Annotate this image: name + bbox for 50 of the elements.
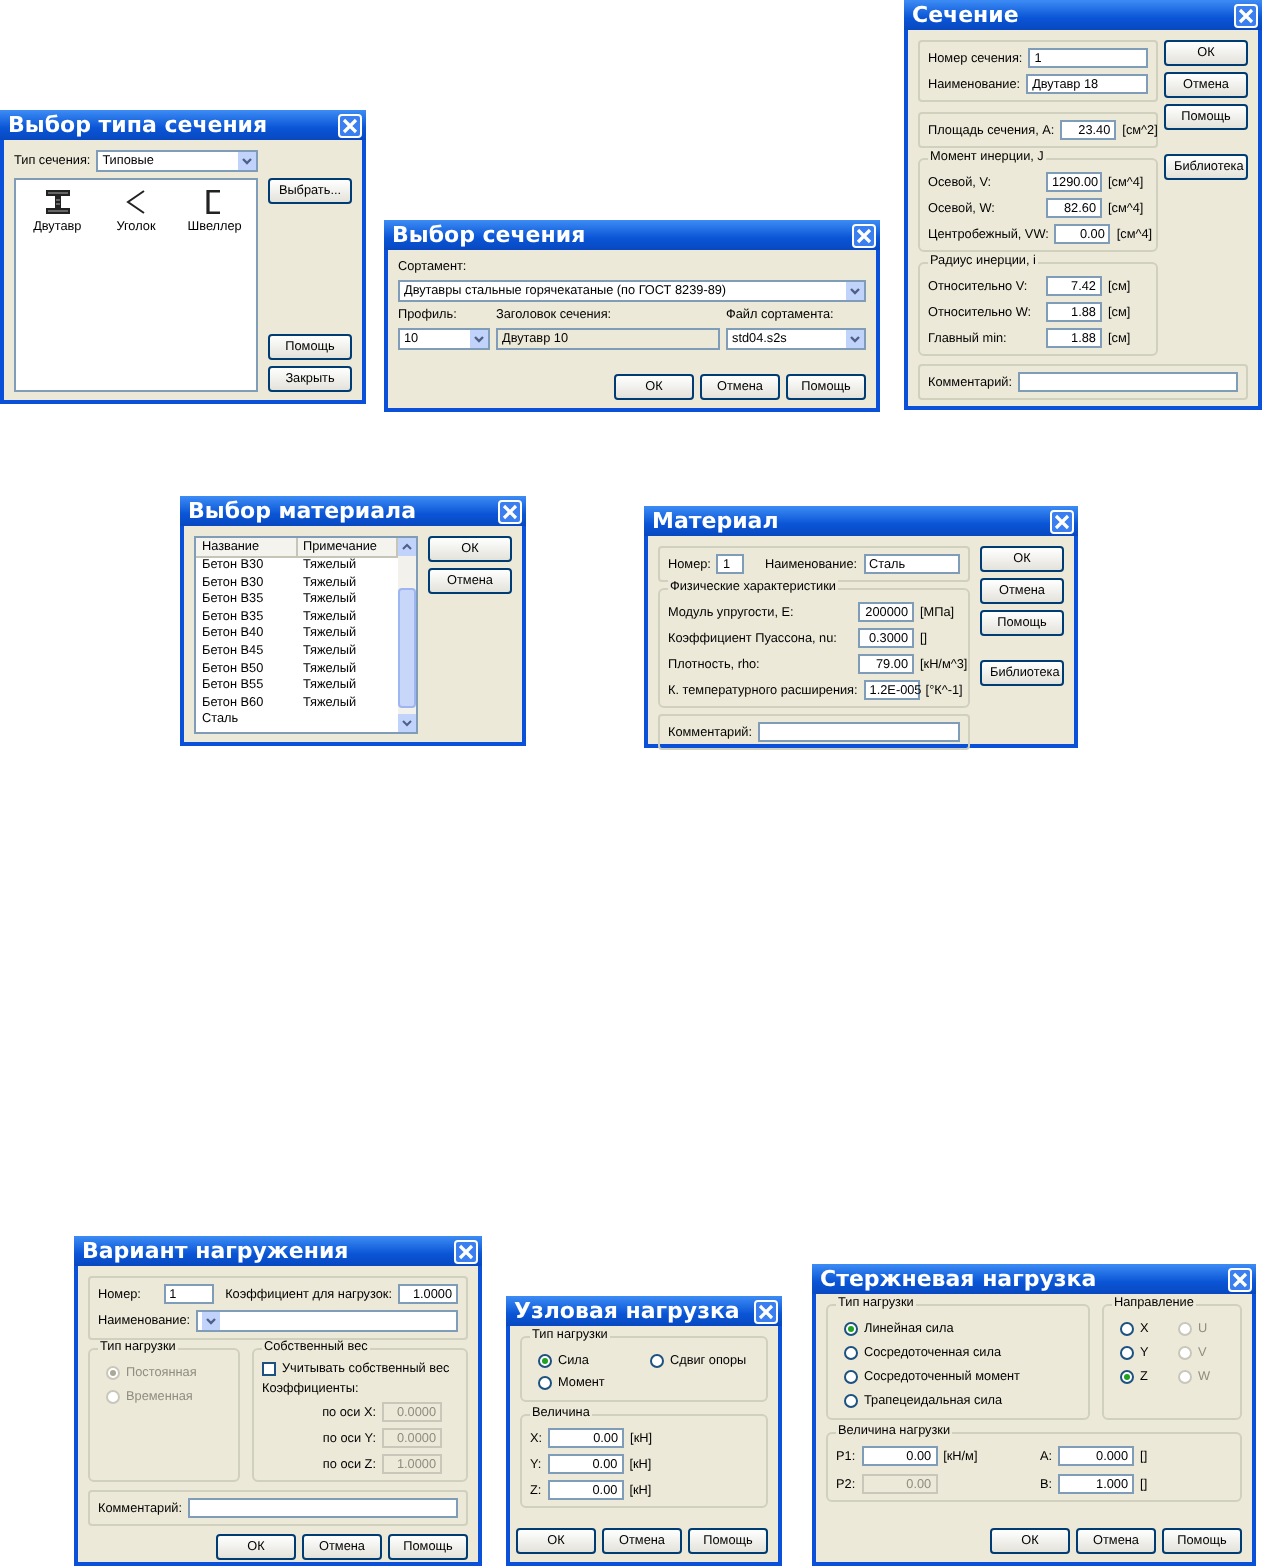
close-icon — [458, 1243, 474, 1259]
window-title: Выбор типа сечения — [8, 112, 268, 138]
close-icon — [1054, 513, 1070, 529]
angle-icon — [123, 190, 148, 214]
dropdown-arrow-icon — [846, 330, 864, 348]
i-beam-icon — [45, 190, 70, 214]
input-field[interactable] — [1018, 372, 1238, 392]
scrollbar[interactable] — [398, 538, 416, 732]
close-button[interactable] — [338, 113, 362, 137]
radio-icon[interactable] — [844, 1370, 858, 1384]
dropdown-arrow-icon — [238, 152, 256, 170]
dropdown[interactable] — [196, 1310, 458, 1332]
input-field[interactable] — [188, 1498, 458, 1518]
window-title: Выбор сечения — [392, 222, 586, 248]
radio-icon[interactable] — [538, 1376, 552, 1390]
close-button[interactable] — [852, 223, 876, 247]
close-icon — [1232, 1271, 1248, 1287]
scroll-up-icon[interactable] — [398, 538, 416, 556]
close-button[interactable] — [1234, 3, 1258, 27]
close-button[interactable] — [1228, 1267, 1252, 1291]
window-title: Узловая нагрузка — [514, 1298, 740, 1324]
scroll-down-icon[interactable] — [398, 714, 416, 732]
close-icon — [342, 117, 358, 133]
close-button[interactable] — [498, 499, 522, 523]
close-button[interactable] — [1050, 509, 1074, 533]
radio-icon[interactable] — [650, 1354, 664, 1368]
checkbox-icon[interactable] — [262, 1362, 276, 1376]
scroll-thumb[interactable] — [398, 588, 416, 708]
dropdown-arrow-icon — [202, 1312, 221, 1330]
radio-icon[interactable] — [844, 1346, 858, 1360]
dropdown-arrow-icon — [470, 330, 488, 348]
close-icon — [758, 1303, 774, 1319]
radio-icon[interactable] — [1120, 1370, 1134, 1384]
window-title: Выбор материала — [188, 498, 417, 524]
dropdown-arrow-icon — [846, 282, 864, 300]
close-button[interactable] — [754, 1299, 778, 1323]
window-title: Сечение — [912, 2, 1019, 28]
window-title: Стержневая нагрузка — [820, 1266, 1097, 1292]
radio-icon[interactable] — [538, 1354, 552, 1368]
input-field[interactable] — [758, 722, 960, 742]
window-title: Материал — [652, 508, 779, 534]
radio-icon[interactable] — [1120, 1346, 1134, 1360]
radio-icon[interactable] — [844, 1322, 858, 1336]
close-icon — [1238, 7, 1254, 23]
radio-icon[interactable] — [1120, 1322, 1134, 1336]
close-icon — [856, 227, 872, 243]
close-icon — [502, 503, 518, 519]
close-button[interactable] — [454, 1239, 478, 1263]
window-title: Вариант нагружения — [82, 1238, 349, 1264]
radio-icon[interactable] — [844, 1394, 858, 1408]
